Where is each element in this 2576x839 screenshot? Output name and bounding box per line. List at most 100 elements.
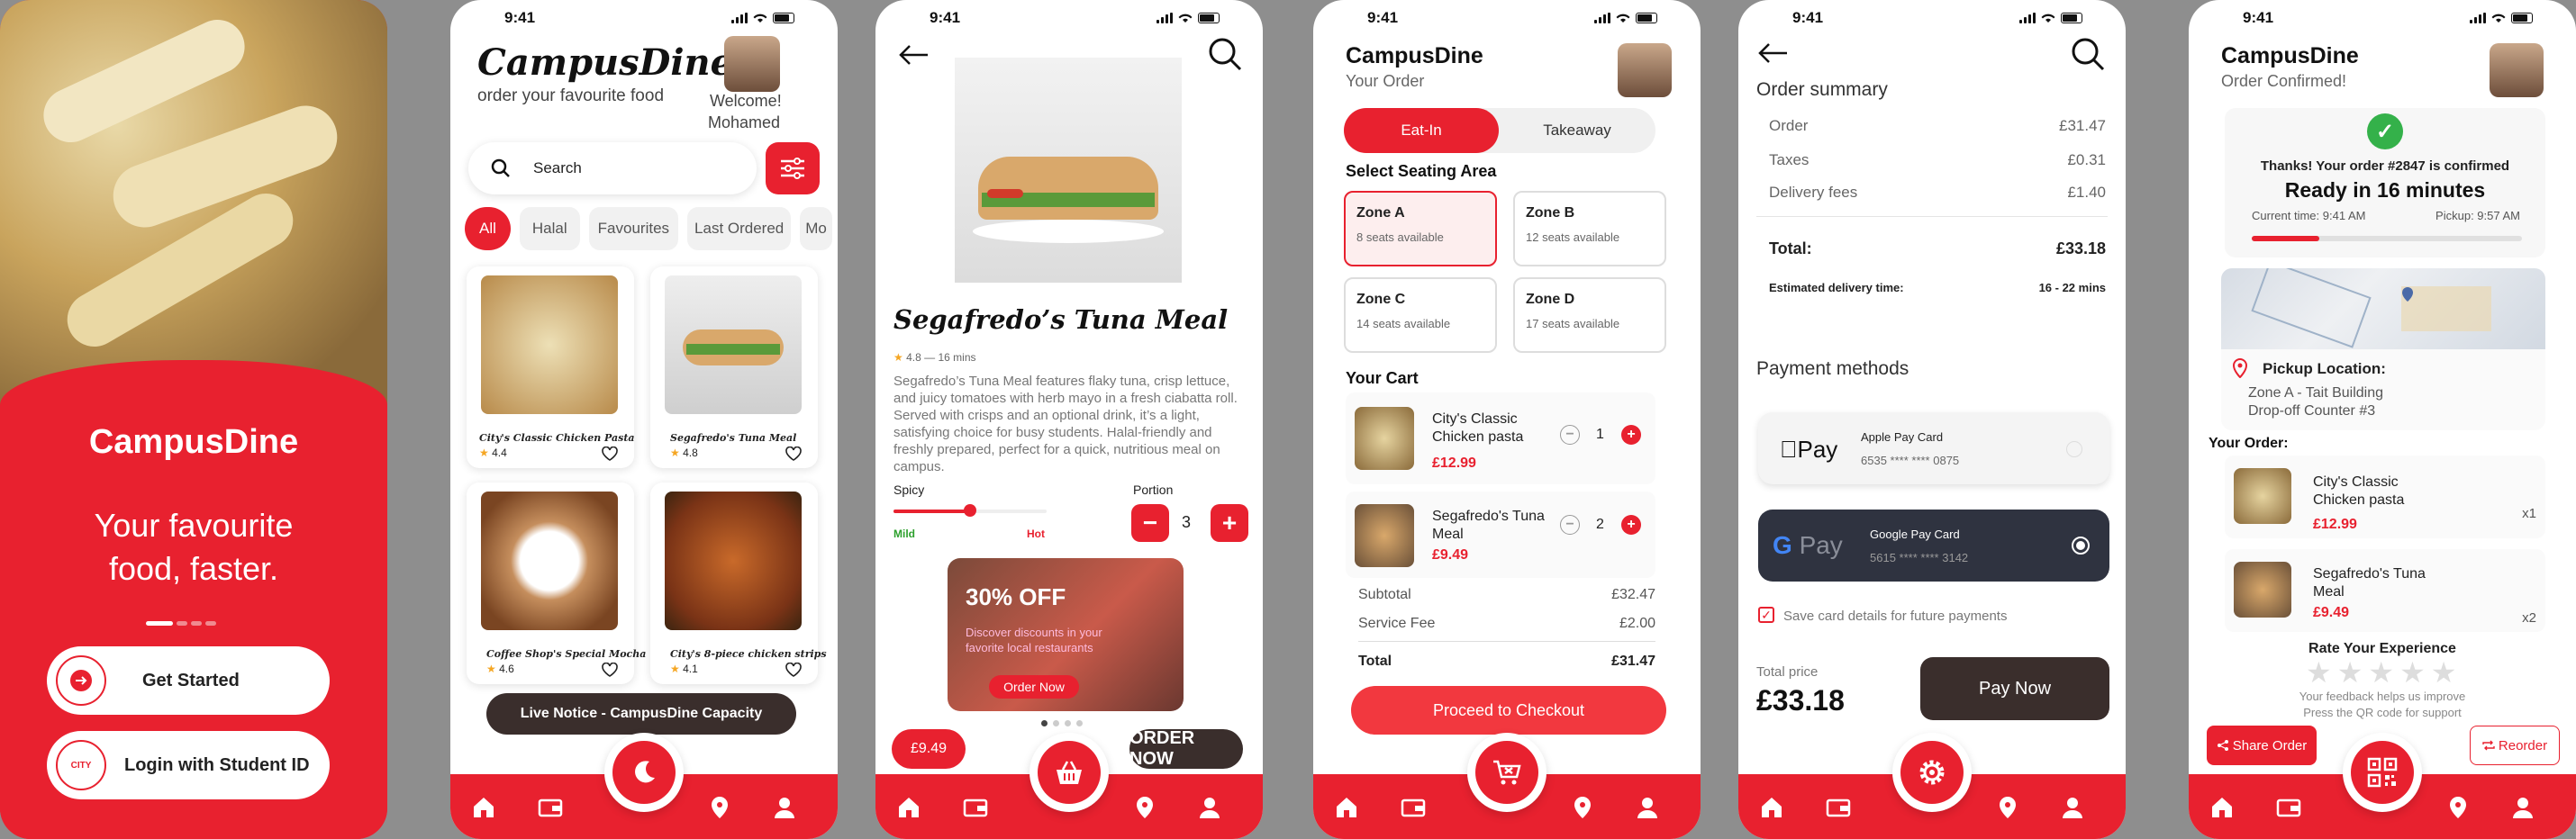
apple-pay-radio[interactable] xyxy=(2066,441,2082,457)
food-card[interactable]: Segafredo's Tuna Meal ★ 4.8 xyxy=(650,266,818,468)
zone-seats: 14 seats available xyxy=(1356,317,1451,330)
zone-d[interactable]: Zone D 17 seats available xyxy=(1513,277,1666,353)
wallet-icon[interactable] xyxy=(962,794,989,821)
pickup-line2: Drop-off Counter #3 xyxy=(2248,403,2376,419)
qty-minus-button[interactable]: − xyxy=(1560,425,1580,445)
delivery-value: £1.40 xyxy=(2067,184,2106,201)
order-now-button[interactable]: ORDER NOW xyxy=(1129,728,1243,769)
profile-icon[interactable] xyxy=(2509,794,2536,821)
pickup-heading: Pickup Location: xyxy=(2263,360,2386,377)
profile-icon[interactable] xyxy=(1634,794,1661,821)
qty-value: 1 xyxy=(1596,427,1604,442)
food-card[interactable]: Coffee Shop's Special Mocha ★ 4.6 xyxy=(467,483,646,684)
home-icon[interactable] xyxy=(1333,794,1360,821)
pickup-card: Pickup Location: Zone A - Tait Building … xyxy=(2221,268,2545,430)
pay-now-button[interactable]: Pay Now xyxy=(1920,657,2109,720)
food-card[interactable]: City's Classic Chicken Pasta ★ 4.4 xyxy=(467,266,635,468)
login-student-button[interactable]: CITY Login with Student ID xyxy=(47,731,330,799)
heart-icon[interactable] xyxy=(785,447,802,461)
qty-plus-button[interactable]: + xyxy=(1621,515,1641,535)
zone-a[interactable]: Zone A 8 seats available xyxy=(1344,191,1497,266)
total-value: £33.18 xyxy=(2055,239,2106,257)
tab-takeaway[interactable]: Takeaway xyxy=(1499,108,1655,153)
chip-halal[interactable]: Halal xyxy=(519,207,580,250)
moon-icon xyxy=(635,761,655,783)
location-icon[interactable] xyxy=(706,794,733,821)
zone-c[interactable]: Zone C 14 seats available xyxy=(1344,277,1497,353)
page-indicator xyxy=(146,621,216,626)
location-icon[interactable] xyxy=(2444,794,2472,821)
search-icon[interactable] xyxy=(1207,36,1243,72)
home-icon[interactable] xyxy=(895,794,922,821)
heart-icon[interactable] xyxy=(602,663,618,677)
profile-icon[interactable] xyxy=(1196,794,1223,821)
zone-b[interactable]: Zone B 12 seats available xyxy=(1513,191,1666,266)
pickup-map[interactable] xyxy=(2221,268,2545,349)
wallet-icon[interactable] xyxy=(537,794,564,821)
search-input[interactable]: Search xyxy=(533,159,582,177)
location-icon[interactable] xyxy=(1994,794,2021,821)
qty-plus-button[interactable]: + xyxy=(1621,425,1641,445)
home-icon[interactable] xyxy=(1758,794,1785,821)
qty-value: 2 xyxy=(1596,517,1604,532)
avatar[interactable] xyxy=(1618,43,1672,97)
spice-slider[interactable] xyxy=(893,504,1047,517)
google-pay-card[interactable]: G Pay Google Pay Card 5615 **** **** 314… xyxy=(1758,510,2109,582)
wallet-icon[interactable] xyxy=(1825,794,1852,821)
promo-order-button[interactable]: Order Now xyxy=(989,675,1079,699)
spice-knob[interactable] xyxy=(964,504,976,517)
google-pay-radio[interactable] xyxy=(2072,537,2090,555)
qty-minus-button[interactable]: − xyxy=(1560,515,1580,535)
save-card-checkbox[interactable]: ✓ xyxy=(1758,607,1774,623)
food-rating: 4.1 xyxy=(683,663,698,675)
settings-button[interactable] xyxy=(1892,733,1972,812)
wallet-icon[interactable] xyxy=(1400,794,1427,821)
filter-button[interactable] xyxy=(766,142,820,194)
apple-pay-card[interactable]: Pay Apple Pay Card 6535 **** **** 0875 xyxy=(1758,412,2109,484)
zone-name: Zone B xyxy=(1526,205,1575,221)
portion-plus-button[interactable]: + xyxy=(1211,504,1248,542)
splash-screen: CampusDine Your favourite food, faster. … xyxy=(0,0,387,839)
food-name: City's 8-piece chicken strips xyxy=(670,648,827,660)
portion-minus-button[interactable]: − xyxy=(1131,504,1169,542)
avatar[interactable] xyxy=(2490,43,2544,97)
heart-icon[interactable] xyxy=(785,663,802,677)
live-notice-button[interactable]: Live Notice - CampusDine Capacity xyxy=(486,693,796,735)
get-started-button[interactable]: Get Started xyxy=(47,646,330,715)
back-arrow-icon[interactable] xyxy=(1756,40,1789,67)
search-icon[interactable] xyxy=(2070,36,2106,72)
wallet-icon[interactable] xyxy=(2275,794,2302,821)
chip-more[interactable]: Mo xyxy=(800,207,832,250)
chip-all[interactable]: All xyxy=(465,207,511,250)
profile-icon[interactable] xyxy=(771,794,798,821)
location-icon[interactable] xyxy=(1569,794,1596,821)
profile-icon[interactable] xyxy=(2059,794,2086,821)
heart-icon[interactable] xyxy=(602,447,618,461)
chip-last-ordered[interactable]: Last Ordered xyxy=(687,207,792,250)
total-value: £31.47 xyxy=(1611,654,1655,669)
checkout-button[interactable]: Proceed to Checkout xyxy=(1351,686,1666,735)
cart-button[interactable] xyxy=(1467,733,1547,812)
night-mode-button[interactable] xyxy=(604,733,684,812)
basket-button[interactable] xyxy=(1029,733,1109,812)
star-rating[interactable]: ★★★★★ xyxy=(2306,655,2462,690)
tab-eat-in[interactable]: Eat-In xyxy=(1344,108,1499,153)
home-icon[interactable] xyxy=(2209,794,2236,821)
avatar[interactable] xyxy=(724,36,780,92)
filter-chips: All Halal Favourites Last Ordered Mo xyxy=(465,207,832,250)
fee-label: Service Fee xyxy=(1358,616,1436,631)
reorder-button[interactable]: Reorder xyxy=(2470,726,2560,765)
promo-banner[interactable]: 30% OFF Discover discounts in your favor… xyxy=(948,558,1184,711)
home-icon[interactable] xyxy=(470,794,497,821)
share-order-button[interactable]: Share Order xyxy=(2207,726,2317,765)
star-icon: ★ xyxy=(893,351,903,364)
eta-label: Estimated delivery time: xyxy=(1769,281,1904,294)
food-card[interactable]: City's 8-piece chicken strips ★ 4.1 xyxy=(650,483,827,684)
location-icon[interactable] xyxy=(1131,794,1158,821)
chip-favourites[interactable]: Favourites xyxy=(588,207,679,250)
search-bar[interactable]: Search xyxy=(468,142,757,194)
qr-code-button[interactable] xyxy=(2343,733,2422,812)
portion-label: Portion xyxy=(1133,483,1174,497)
map-pin-icon xyxy=(2402,287,2413,302)
back-arrow-icon[interactable] xyxy=(897,41,930,68)
